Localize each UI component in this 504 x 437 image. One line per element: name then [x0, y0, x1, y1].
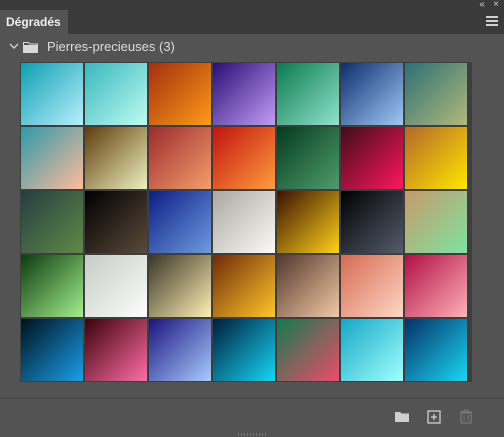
panel-close-bar-icon[interactable]: ×: [493, 0, 499, 10]
gradient-swatch[interactable]: [21, 127, 83, 189]
gradient-swatch[interactable]: [341, 191, 403, 253]
gradient-swatch[interactable]: [85, 127, 147, 189]
gradient-swatch[interactable]: [213, 319, 275, 381]
chevron-down-icon[interactable]: [8, 40, 20, 52]
gradient-swatch[interactable]: [149, 319, 211, 381]
trash-icon[interactable]: [457, 408, 475, 426]
gradient-swatch[interactable]: [85, 63, 147, 125]
gradient-swatch[interactable]: [277, 127, 339, 189]
gradient-swatch[interactable]: [149, 127, 211, 189]
gradient-swatch-grid: [21, 63, 467, 381]
gradient-swatch[interactable]: [21, 319, 83, 381]
gradient-group-header[interactable]: Pierres-precieuses (3): [0, 34, 504, 60]
new-folder-icon[interactable]: [393, 408, 411, 426]
tab-bar: Dégradés: [0, 10, 504, 34]
gradient-swatch[interactable]: [85, 255, 147, 317]
gradient-swatch[interactable]: [213, 127, 275, 189]
gradient-swatch[interactable]: [213, 255, 275, 317]
gradient-swatch[interactable]: [149, 191, 211, 253]
folder-icon: [23, 42, 38, 53]
gradient-swatch[interactable]: [341, 127, 403, 189]
gradient-swatch[interactable]: [21, 63, 83, 125]
gradient-swatch[interactable]: [341, 255, 403, 317]
gradient-swatch[interactable]: [277, 319, 339, 381]
gradient-swatch[interactable]: [149, 63, 211, 125]
gradient-swatch[interactable]: [277, 191, 339, 253]
gradient-swatch[interactable]: [277, 63, 339, 125]
gradient-swatch-grid-frame: [20, 62, 472, 382]
gradient-swatch[interactable]: [405, 127, 467, 189]
panel-footer: [0, 398, 504, 437]
gradient-swatch[interactable]: [405, 255, 467, 317]
gradient-swatch[interactable]: [405, 191, 467, 253]
gradient-swatch[interactable]: [85, 191, 147, 253]
gradient-swatch[interactable]: [341, 63, 403, 125]
gradient-swatch[interactable]: [213, 63, 275, 125]
tab-degrades[interactable]: Dégradés: [0, 10, 68, 34]
double-chevron-left-icon[interactable]: ‹‹: [479, 0, 485, 10]
gradients-panel: ‹‹ × Dégradés Pierres-precieuses (3): [0, 0, 504, 437]
add-icon[interactable]: [425, 408, 443, 426]
gradient-swatch[interactable]: [85, 319, 147, 381]
gradient-swatch[interactable]: [21, 255, 83, 317]
gradient-swatch[interactable]: [341, 319, 403, 381]
gradient-swatch[interactable]: [405, 63, 467, 125]
gradient-swatch[interactable]: [405, 319, 467, 381]
gradient-swatch[interactable]: [277, 255, 339, 317]
hamburger-menu-icon[interactable]: [486, 16, 498, 26]
gradient-swatch[interactable]: [213, 191, 275, 253]
gradient-swatch[interactable]: [21, 191, 83, 253]
gradient-swatch[interactable]: [149, 255, 211, 317]
group-label: Pierres-precieuses (3): [47, 39, 175, 54]
panel-title-strip: ‹‹ ×: [0, 0, 504, 10]
